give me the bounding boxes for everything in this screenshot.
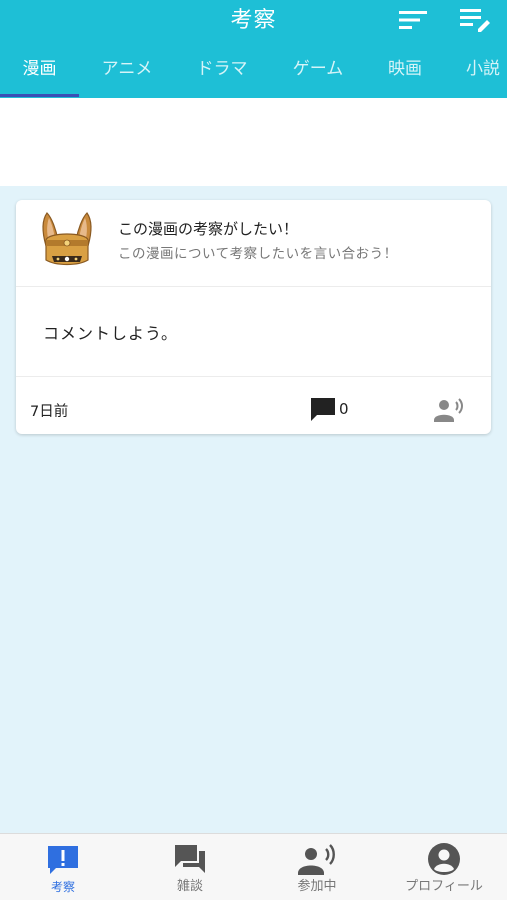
account-circle-icon — [427, 842, 461, 876]
nav-label: プロフィール — [405, 879, 483, 894]
bottom-navigation: 考察 雑談 参加中 プロフィール — [0, 833, 507, 900]
post-card[interactable]: この漫画の考察がしたい！ この漫画について考察したいを言い合おう！ コメントしよ… — [16, 200, 491, 434]
nav-label: 考察 — [50, 880, 75, 894]
comment-count: 0 — [339, 400, 349, 418]
voice-user-icon — [298, 842, 336, 876]
tab-movie[interactable]: 映画 — [373, 52, 437, 98]
nav-label: 参加中 — [297, 879, 337, 894]
voice-user-icon[interactable] — [434, 397, 466, 423]
post-title: この漫画の考察がしたい！ — [118, 220, 299, 238]
divider — [16, 376, 491, 377]
tab-anime[interactable]: アニメ — [90, 52, 164, 98]
forum-icon — [173, 842, 207, 876]
page-title: 考察 — [230, 8, 277, 33]
tab-novel[interactable]: 小説 — [455, 52, 507, 98]
nav-item-sankachu[interactable]: 参加中 — [254, 834, 380, 900]
blank-area — [0, 98, 507, 186]
app-screen: 考察 漫画 アニメ ドラマ ゲーム 映画 小説 この漫画の考察がしたい！ この漫… — [0, 0, 507, 900]
tab-game[interactable]: ゲーム — [281, 52, 355, 98]
category-tabs: 漫画 アニメ ドラマ ゲーム 映画 小説 — [0, 52, 507, 98]
exclamation-chat-icon — [46, 842, 80, 876]
nav-item-zatsudan[interactable]: 雑談 — [127, 834, 253, 900]
post-body: コメントしよう。 — [43, 324, 179, 343]
comment-icon[interactable] — [309, 396, 337, 422]
compose-icon[interactable] — [458, 6, 492, 34]
tab-indicator — [0, 94, 79, 97]
sort-icon[interactable] — [396, 6, 430, 34]
post-timestamp: 7日前 — [30, 404, 69, 420]
top-app-bar: 考察 漫画 アニメ ドラマ ゲーム 映画 小説 — [0, 0, 507, 98]
divider — [16, 286, 491, 287]
tab-drama[interactable]: ドラマ — [185, 52, 259, 98]
avatar[interactable] — [38, 210, 96, 268]
nav-label: 雑談 — [176, 879, 203, 894]
nav-item-kousatsu[interactable]: 考察 — [0, 834, 126, 900]
nav-item-profile[interactable]: プロフィール — [381, 834, 507, 900]
post-subtitle: この漫画について考察したいを言い合おう！ — [118, 246, 398, 262]
tab-manga[interactable]: 漫画 — [0, 52, 79, 98]
